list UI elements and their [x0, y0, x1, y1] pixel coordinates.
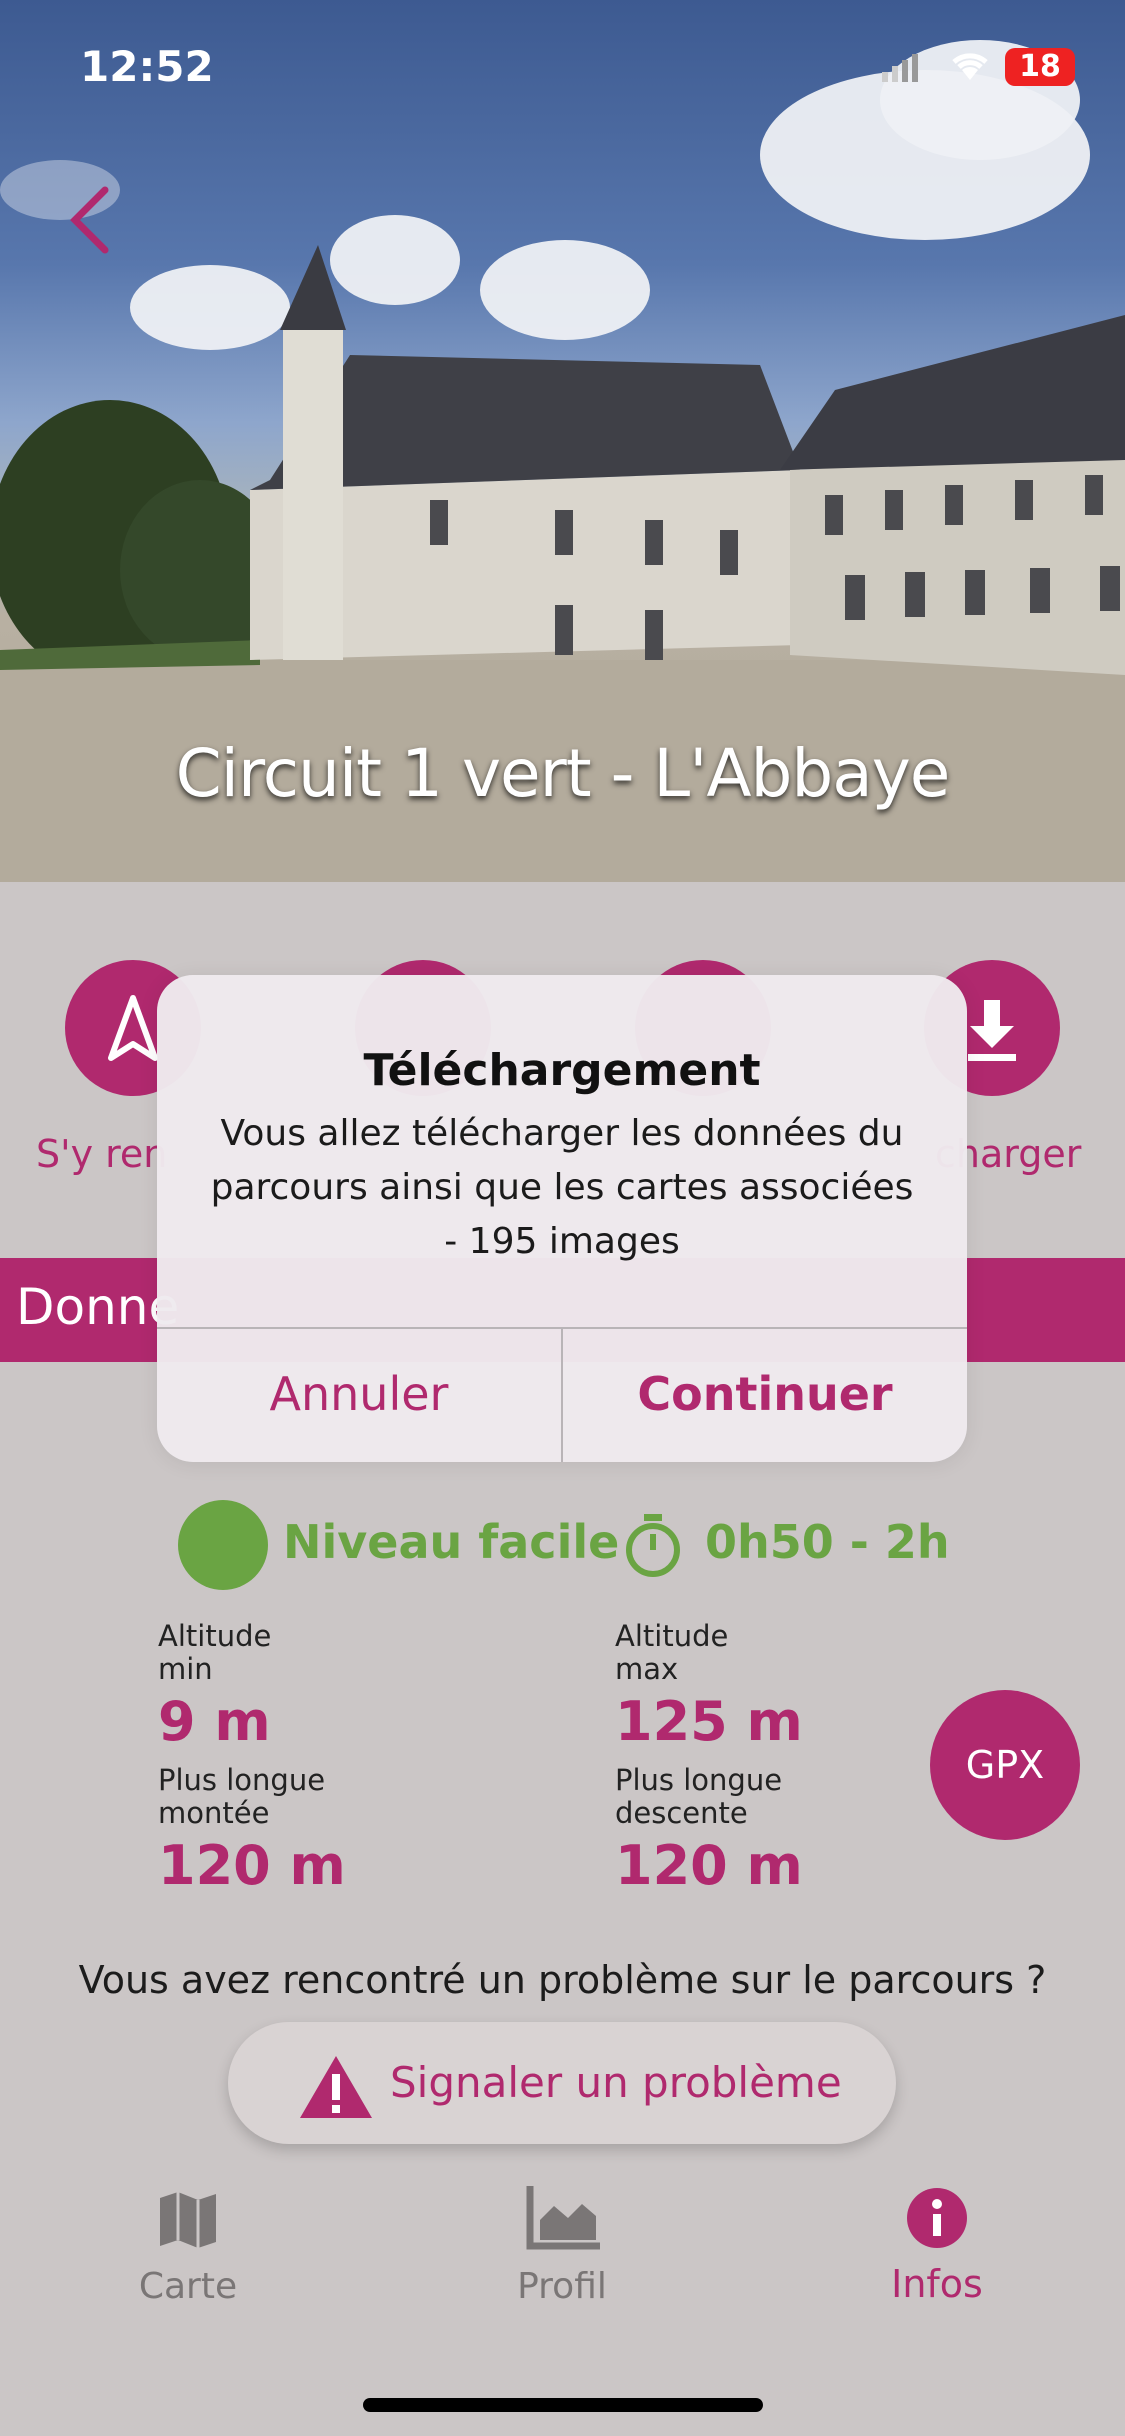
route-title: Circuit 1 vert - L'Abbaye — [175, 735, 951, 812]
battery-icon: 18 — [1005, 48, 1075, 86]
tab-carte[interactable]: Carte — [38, 2170, 338, 2307]
tab-carte-label: Carte — [138, 2266, 238, 2307]
tab-infos-label: Infos — [891, 2262, 983, 2306]
battery-level: 18 — [1019, 49, 1061, 84]
back-icon[interactable] — [60, 180, 120, 260]
tab-profil-label: Profil — [517, 2266, 607, 2307]
climb-label-line1: Plus longue — [158, 1763, 326, 1797]
cancel-button[interactable]: Annuler — [157, 1327, 561, 1462]
report-problem-label: Signaler un problème — [390, 2058, 842, 2107]
wifi-icon — [952, 53, 988, 80]
home-indicator[interactable] — [363, 2398, 763, 2412]
alt-min-value: 9 m — [158, 1690, 271, 1753]
navigate-label: S'y ren — [36, 1132, 168, 1176]
section-title: Donne — [16, 1278, 180, 1336]
stopwatch-icon — [626, 1514, 680, 1577]
map-icon — [160, 2192, 216, 2248]
difficulty-dot — [178, 1500, 268, 1590]
tab-profil[interactable]: Profil — [412, 2170, 712, 2307]
duration-label: 0h50 - 2h — [705, 1515, 950, 1569]
climb-label: Plus longue montée — [158, 1764, 325, 1830]
difficulty-label: Niveau facile — [283, 1515, 620, 1569]
elevation-chart-icon — [526, 2186, 600, 2250]
alt-max-label: Altitude max — [615, 1620, 728, 1686]
cellular-signal-icon — [882, 54, 918, 82]
descent-value: 120 m — [615, 1834, 803, 1897]
alt-min-label-line1: Altitude — [158, 1619, 272, 1653]
alt-min-label-line2: min — [158, 1652, 213, 1686]
alt-max-value: 125 m — [615, 1690, 803, 1753]
download-dialog: Téléchargement Vous allez télécharger le… — [157, 975, 967, 1462]
warning-icon — [300, 2056, 372, 2118]
descent-label-line1: Plus longue — [615, 1763, 783, 1797]
dialog-title: Téléchargement — [363, 1045, 761, 1096]
climb-value: 120 m — [158, 1834, 346, 1897]
alt-min-label: Altitude min — [158, 1620, 271, 1686]
problem-question: Vous avez rencontré un problème sur le p… — [78, 1958, 1047, 2002]
status-time: 12:52 — [80, 42, 214, 91]
climb-label-line2: montée — [158, 1796, 270, 1830]
tab-infos[interactable]: Infos — [787, 2170, 1087, 2306]
alt-max-label-line2: max — [615, 1652, 679, 1686]
descent-label: Plus longue descente — [615, 1764, 782, 1830]
alt-max-label-line1: Altitude — [615, 1619, 729, 1653]
continue-button[interactable]: Continuer — [563, 1327, 967, 1462]
dialog-message: Vous allez télécharger les données du pa… — [210, 1113, 914, 1262]
info-icon — [907, 2188, 967, 2248]
gpx-button[interactable]: GPX — [930, 1690, 1080, 1840]
descent-label-line2: descente — [615, 1796, 748, 1830]
